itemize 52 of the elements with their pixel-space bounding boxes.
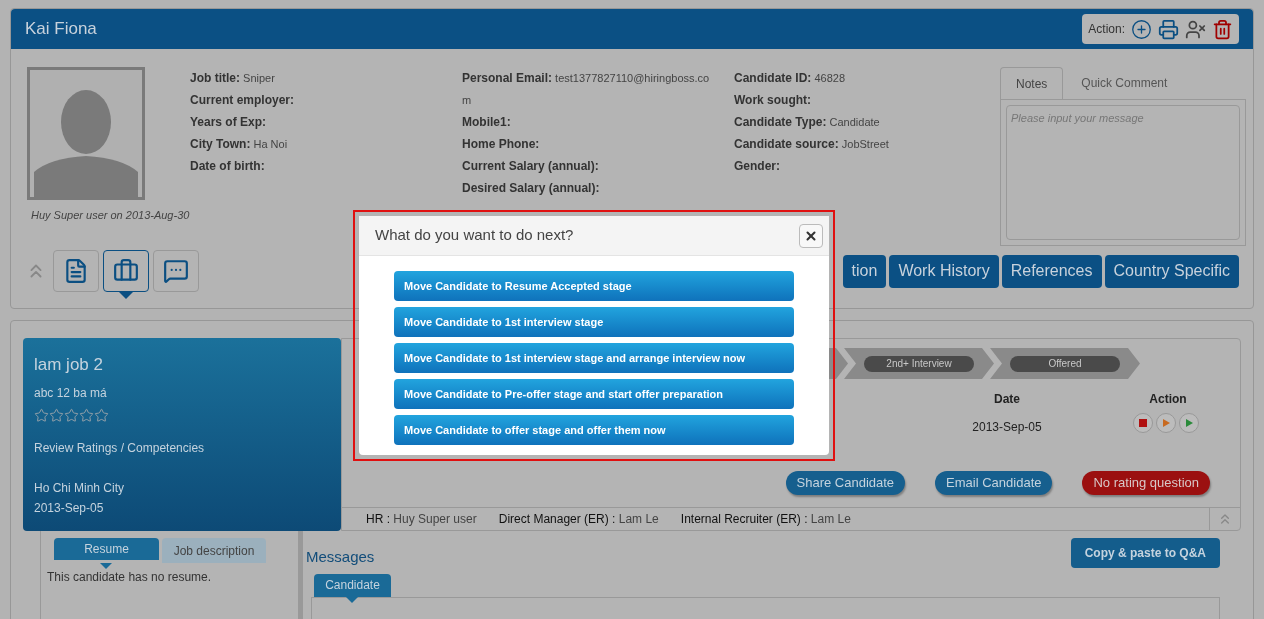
notes-input[interactable]: Please input your message [1006, 105, 1240, 240]
action-label: Action: [1088, 21, 1125, 38]
profile-field: Current employer: [190, 89, 444, 111]
profile-field: Desired Salary (annual): [462, 177, 716, 199]
stage-chevron: Offered [990, 348, 1140, 379]
option-button[interactable]: Move Candidate to Pre-offer stage and start offer preparation [394, 379, 794, 409]
profile-field: Mobile1: [462, 111, 716, 133]
message-tab[interactable]: Candidate [314, 573, 391, 597]
job-date: 2013-Sep-05 [34, 499, 105, 517]
action-button[interactable]: Share Candidate [785, 471, 906, 495]
team-member: HR : Huy Super user [366, 511, 477, 528]
resume-tab[interactable]: Job description [162, 538, 266, 563]
notes-tab[interactable]: Notes [1000, 67, 1064, 99]
copy-button[interactable]: Copy & paste to Q&A [1070, 538, 1220, 568]
section-tab[interactable]: References [1001, 254, 1102, 288]
profile-field: Date of birth: [190, 155, 444, 177]
profile-field: City Town: Ha Noi [190, 133, 444, 155]
action-button[interactable]: Email Candidate [935, 471, 1053, 495]
option-button[interactable]: Move Candidate to Resume Accepted stage [394, 271, 794, 301]
job-title: lam job 2 [34, 354, 104, 376]
team-member: Internal Recruiter (ER) : Lam Le [680, 511, 851, 528]
option-button[interactable]: Move Candidate to 1st interview stage [394, 307, 794, 337]
action-button[interactable]: No rating question [1082, 471, 1210, 495]
resume-tab[interactable]: Resume [54, 538, 159, 560]
table-cell: 2013-Sep-05 [972, 420, 1042, 434]
candidate-name: Kai Fiona [25, 18, 97, 41]
profile-field: Job title: Sniper [190, 67, 444, 89]
team-member: Direct Manager (ER) : Lam Le [498, 511, 659, 528]
created-by-text: Huy Super user on 2013-Aug-30 [31, 208, 190, 223]
option-button[interactable]: Move Candidate to 1st interview stage and arrange interview now [394, 343, 794, 373]
profile-field: Work sought: [734, 89, 1000, 111]
column-header: Date [993, 391, 1021, 408]
dialog-title: What do you want to do next? [375, 225, 574, 246]
profile-field: Candidate ID: 46828 [734, 67, 1000, 89]
job-location: Ho Chi Minh City [34, 479, 126, 497]
profile-field: Personal Email: test1377827110@hiringboss.com [462, 67, 716, 111]
section-tab[interactable]: tion [842, 254, 887, 288]
option-button[interactable]: Move Candidate to offer stage and offer them now [394, 415, 794, 445]
messages-title: Messages [306, 547, 375, 567]
profile-field: Candidate Type: Candidate [734, 111, 1000, 133]
job-subtitle: abc 12 ba má [34, 384, 108, 402]
column-header: Action [1148, 391, 1188, 408]
review-link[interactable]: Review Ratings / Competencies [34, 438, 330, 457]
section-tab[interactable]: Country Specific [1104, 254, 1239, 288]
profile-field: Candidate source: JobStreet [734, 133, 1000, 155]
profile-field: Gender: [734, 155, 1000, 177]
notes-tab[interactable]: Quick Comment [1063, 67, 1186, 99]
profile-field: Home Phone: [462, 133, 716, 155]
profile-field: Years of Exp: [190, 111, 444, 133]
section-tab[interactable]: Work History [889, 254, 999, 288]
resume-text: This candidate has no resume. [47, 570, 212, 585]
profile-field: Current Salary (annual): [462, 155, 716, 177]
